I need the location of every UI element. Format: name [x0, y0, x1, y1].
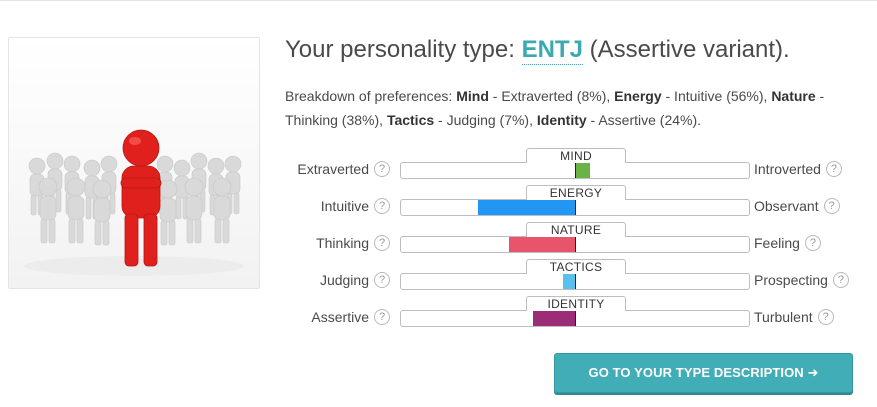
- breakdown-energy-text: - Intuitive (56%),: [661, 88, 772, 104]
- help-icon[interactable]: ?: [374, 235, 390, 251]
- help-icon[interactable]: ?: [832, 272, 849, 288]
- scale-center-tick: [575, 237, 576, 252]
- scale-energy: Intuitive? ENERGY Observant?: [290, 184, 870, 221]
- scale-fill: [509, 237, 575, 252]
- scale-fill: [533, 311, 575, 326]
- help-icon[interactable]: ?: [374, 161, 390, 177]
- breakdown-nature-name: Nature: [771, 88, 816, 104]
- left-trait-label: Assertive: [311, 309, 369, 325]
- help-icon[interactable]: ?: [804, 235, 821, 251]
- preferences-breakdown: Breakdown of preferences: Mind - Extrave…: [285, 84, 855, 132]
- scale-mind: Extraverted? MIND Introverted?: [290, 147, 870, 184]
- scale-right-label: Prospecting?: [754, 272, 849, 288]
- breakdown-tactics-text: - Judging (7%),: [434, 112, 537, 128]
- help-icon[interactable]: ?: [374, 309, 390, 325]
- left-trait-label: Judging: [319, 272, 369, 288]
- scale-right-label: Observant?: [754, 198, 840, 214]
- right-trait-label: Turbulent: [754, 309, 813, 325]
- scale-bar: [400, 199, 750, 216]
- scale-title: NATURE: [526, 222, 626, 237]
- left-trait-label: Extraverted: [297, 161, 369, 177]
- left-trait-label: Thinking: [316, 235, 369, 251]
- scale-left-label: Extraverted?: [297, 161, 390, 177]
- right-trait-label: Prospecting: [754, 272, 828, 288]
- type-description-button[interactable]: GO TO YOUR TYPE DESCRIPTION ➜: [554, 353, 853, 393]
- scale-nature: Thinking? NATURE Feeling?: [290, 221, 870, 258]
- left-trait-label: Intuitive: [320, 198, 369, 214]
- scale-bar: [400, 310, 750, 327]
- help-icon[interactable]: ?: [825, 161, 842, 177]
- personality-illustration: [8, 37, 260, 289]
- scale-left-label: Intuitive?: [321, 198, 390, 214]
- breakdown-mind-name: Mind: [456, 88, 489, 104]
- breakdown-intro: Breakdown of preferences:: [285, 88, 457, 104]
- top-divider: [0, 0, 877, 1]
- help-icon[interactable]: ?: [374, 272, 390, 288]
- trait-scales: Extraverted? MIND Introverted? Intuitive…: [290, 147, 870, 332]
- help-icon[interactable]: ?: [817, 309, 834, 325]
- scale-center-tick: [575, 163, 576, 178]
- right-trait-label: Introverted: [754, 161, 821, 177]
- scale-identity: Assertive? IDENTITY Turbulent?: [290, 295, 870, 332]
- scale-bar: [400, 162, 750, 179]
- page-title: Your personality type: ENTJ (Assertive v…: [285, 36, 790, 65]
- scale-fill: [576, 163, 590, 178]
- breakdown-identity-text: - Assertive (24%).: [586, 112, 702, 128]
- title-prefix: Your personality type:: [285, 36, 522, 63]
- help-icon[interactable]: ?: [823, 198, 840, 214]
- scale-title: MIND: [526, 148, 626, 163]
- scale-tactics: Judging? TACTICS Prospecting?: [290, 258, 870, 295]
- breakdown-energy-name: Energy: [614, 88, 662, 104]
- right-trait-label: Feeling: [754, 235, 800, 251]
- scale-title: ENERGY: [526, 185, 626, 200]
- scale-left-label: Assertive?: [311, 309, 390, 325]
- scale-center-tick: [575, 200, 576, 215]
- crowd-illustration: [9, 38, 259, 288]
- breakdown-mind-text: - Extraverted (8%),: [488, 88, 615, 104]
- scale-fill: [563, 274, 575, 289]
- personality-type-code[interactable]: ENTJ: [521, 36, 583, 65]
- scale-right-label: Turbulent?: [754, 309, 834, 325]
- scale-title: IDENTITY: [526, 296, 626, 311]
- right-trait-label: Observant: [754, 198, 819, 214]
- scale-center-tick: [575, 311, 576, 326]
- scale-right-label: Feeling?: [754, 235, 821, 251]
- scale-left-label: Judging?: [320, 272, 390, 288]
- scale-left-label: Thinking?: [316, 235, 390, 251]
- scale-bar: [400, 236, 750, 253]
- breakdown-tactics-name: Tactics: [386, 112, 435, 128]
- help-icon[interactable]: ?: [374, 198, 390, 214]
- title-suffix: (Assertive variant).: [582, 36, 790, 63]
- scale-title: TACTICS: [526, 259, 626, 274]
- scale-fill: [478, 200, 575, 215]
- breakdown-identity-name: Identity: [536, 112, 587, 128]
- scale-center-tick: [575, 274, 576, 289]
- scale-right-label: Introverted?: [754, 161, 842, 177]
- scale-bar: [400, 273, 750, 290]
